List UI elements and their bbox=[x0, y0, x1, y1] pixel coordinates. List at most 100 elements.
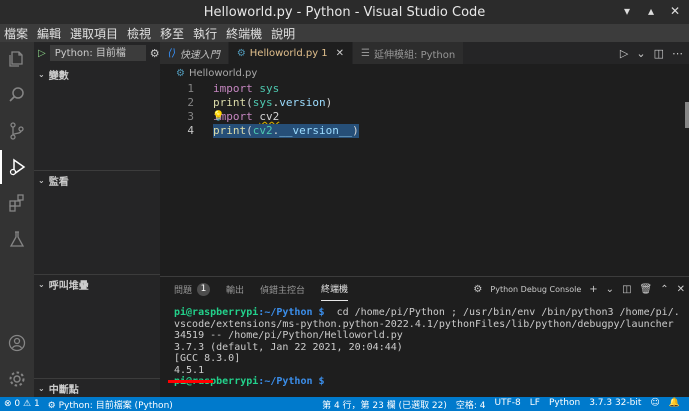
code-line: 4 print(cv2.__version__) bbox=[160, 124, 680, 138]
feedback-icon[interactable]: ☺ bbox=[650, 398, 659, 411]
identifier: sys bbox=[259, 82, 280, 95]
gear-icon[interactable]: ⚙ bbox=[150, 47, 160, 60]
tab-extension-python-label: 延伸模組: Python bbox=[374, 49, 456, 61]
debug-sidebar: ▷ Python: 目前檔 ⚙ ⌄ 變數 ⌄ 監看 ⌄ 呼叫堆疊 ⌄ 中斷點 bbox=[34, 42, 160, 397]
warning-count: 1 bbox=[33, 399, 40, 409]
terminal-selector[interactable]: Python Debug Console bbox=[490, 285, 581, 294]
close-icon[interactable]: ✕ bbox=[667, 3, 683, 19]
maximize-panel-icon[interactable]: ⌃ bbox=[660, 284, 668, 295]
keyword: import bbox=[213, 82, 253, 95]
identifier: cv2 bbox=[259, 110, 280, 123]
menu-run[interactable]: 執行 bbox=[193, 25, 217, 42]
add-terminal-icon[interactable]: + bbox=[589, 284, 597, 295]
chevron-down-icon: ⌄ bbox=[38, 280, 45, 289]
menu-help[interactable]: 說明 bbox=[271, 25, 295, 42]
chevron-down-icon: ⌄ bbox=[38, 176, 45, 185]
error-count: 0 bbox=[14, 399, 21, 409]
selected-text: print(cv2.__version__) bbox=[213, 124, 359, 138]
python-interpreter[interactable]: 3.7.3 32-bit bbox=[589, 398, 641, 411]
command-text: cd /home/pi/Python ; /usr/bin/env /bin/p… bbox=[324, 307, 680, 318]
panel-actions: ⚙ Python Debug Console + ⌄ ◫ 🗑 ⌃ ✕ bbox=[473, 277, 685, 301]
red-underline-annotation bbox=[168, 380, 213, 383]
end-of-line[interactable]: LF bbox=[530, 398, 540, 411]
tab-get-started-label: 快速入門 bbox=[179, 49, 220, 61]
section-call-stack[interactable]: ⌄ 呼叫堆疊 bbox=[34, 274, 160, 294]
tab-get-started[interactable]: ⟨⟩ 快速入門 bbox=[160, 42, 229, 64]
accounts-icon[interactable] bbox=[0, 326, 34, 360]
run-debug-icon[interactable] bbox=[0, 150, 34, 184]
tab-problems-label: 問題 bbox=[174, 285, 193, 296]
notifications-icon[interactable]: 🔔 bbox=[669, 398, 680, 411]
trash-icon[interactable]: 🗑 bbox=[640, 284, 653, 295]
manage-gear-icon[interactable] bbox=[0, 362, 34, 396]
problems-count-badge: 1 bbox=[197, 282, 211, 296]
start-debugging-icon[interactable]: ▷ bbox=[38, 48, 46, 59]
identifier: version bbox=[279, 96, 326, 109]
run-icon[interactable]: ▷ bbox=[620, 47, 628, 60]
minimap[interactable] bbox=[685, 102, 689, 128]
encoding[interactable]: UTF-8 bbox=[495, 398, 521, 411]
lightbulb-icon[interactable]: 💡 bbox=[212, 110, 224, 124]
breadcrumb-file: Helloworld.py bbox=[188, 67, 258, 79]
language-mode[interactable]: Python bbox=[549, 398, 580, 411]
terminal-line: 34519 -- /home/pi/Python/Helloworld.py bbox=[174, 330, 403, 341]
source-control-icon[interactable] bbox=[0, 114, 34, 148]
menu-terminal[interactable]: 終端機 bbox=[226, 25, 262, 42]
explorer-icon[interactable] bbox=[0, 42, 34, 76]
debug-config-label: Python: 目前檔案 (Python) bbox=[58, 400, 173, 411]
tab-terminal[interactable]: 終端機 bbox=[321, 277, 349, 301]
menu-file[interactable]: 檔案 bbox=[4, 25, 28, 42]
tab-helloworld[interactable]: ⚙ Helloworld.py 1 ✕ bbox=[228, 42, 354, 64]
extensions-icon: ☰ bbox=[361, 47, 371, 59]
extensions-icon[interactable] bbox=[0, 186, 34, 220]
prompt-path: :~/Python $ bbox=[258, 376, 325, 387]
menu-view[interactable]: 檢視 bbox=[127, 25, 151, 42]
section-breakpoints[interactable]: ⌄ 中斷點 bbox=[34, 378, 160, 397]
activity-bar bbox=[0, 42, 34, 397]
split-terminal-icon[interactable]: ◫ bbox=[622, 284, 631, 295]
indentation[interactable]: 空格: 4 bbox=[456, 398, 486, 411]
chevron-down-icon: ⌄ bbox=[38, 69, 45, 79]
identifier: sys bbox=[252, 96, 273, 109]
status-bar: ⊗ 0 ⚠ 1 ⚙ Python: 目前檔案 (Python) 第 4 行，第 … bbox=[0, 397, 689, 411]
chevron-down-icon[interactable]: ⌄ bbox=[636, 47, 645, 60]
testing-flask-icon[interactable] bbox=[0, 222, 34, 256]
terminal-line: [GCC 8.3.0] bbox=[174, 353, 241, 364]
menu-edit[interactable]: 編輯 bbox=[37, 25, 61, 42]
debug-config-status[interactable]: ⚙ Python: 目前檔案 (Python) bbox=[48, 398, 173, 411]
line-number: 2 bbox=[187, 96, 194, 109]
code-editor[interactable]: 1 import sys 2 print(sys.version) 3 impo… bbox=[160, 82, 689, 272]
code-line: 2 print(sys.version) bbox=[160, 96, 680, 110]
tab-extension-python[interactable]: ☰ 延伸模組: Python bbox=[353, 42, 465, 64]
terminal-line: pi@raspberrypi:~/Python $ cd /home/pi/Py… bbox=[174, 307, 689, 319]
section-variables[interactable]: ⌄ 變數 bbox=[34, 64, 160, 84]
editor-actions: ▷ ⌄ ◫ ⋯ bbox=[620, 42, 689, 64]
close-icon[interactable]: ✕ bbox=[336, 48, 344, 59]
tab-problems[interactable]: 問題 1 bbox=[174, 277, 211, 301]
terminal-output[interactable]: pi@raspberrypi:~/Python $ cd /home/pi/Py… bbox=[174, 307, 689, 388]
tab-output[interactable]: 輸出 bbox=[226, 277, 244, 301]
terminal-line: vscode/extensions/ms-python.python-2022.… bbox=[174, 318, 674, 330]
section-watch[interactable]: ⌄ 監看 bbox=[34, 170, 160, 190]
minimize-icon[interactable]: ▾ bbox=[619, 3, 635, 19]
run-config-select[interactable]: Python: 目前檔 bbox=[49, 45, 146, 61]
function-name: print bbox=[213, 96, 247, 109]
title-bar: Helloworld.py - Python - Visual Studio C… bbox=[0, 0, 689, 24]
menu-go[interactable]: 移至 bbox=[160, 25, 184, 42]
section-watch-label: 監看 bbox=[48, 177, 69, 188]
line-number: 1 bbox=[187, 82, 194, 95]
close-panel-icon[interactable]: ✕ bbox=[677, 284, 685, 295]
code-line: 3 import cv2 💡 bbox=[160, 110, 680, 124]
chevron-down-icon[interactable]: ⌄ bbox=[606, 284, 614, 295]
split-editor-icon[interactable]: ◫ bbox=[654, 47, 664, 60]
prompt-path: :~/Python $ bbox=[258, 307, 325, 318]
more-actions-icon[interactable]: ⋯ bbox=[672, 47, 683, 60]
vscode-icon: ⟨⟩ bbox=[168, 47, 176, 59]
breadcrumb[interactable]: ⚙ Helloworld.py bbox=[160, 64, 257, 82]
problems-status[interactable]: ⊗ 0 ⚠ 1 bbox=[4, 399, 40, 409]
menu-selection[interactable]: 選取項目 bbox=[70, 25, 118, 42]
cursor-position[interactable]: 第 4 行，第 23 欄 (已選取 22) bbox=[322, 398, 447, 411]
maximize-icon[interactable]: ▴ bbox=[643, 3, 659, 19]
search-icon[interactable] bbox=[0, 78, 34, 112]
tab-debug-console[interactable]: 偵錯主控台 bbox=[260, 277, 305, 301]
